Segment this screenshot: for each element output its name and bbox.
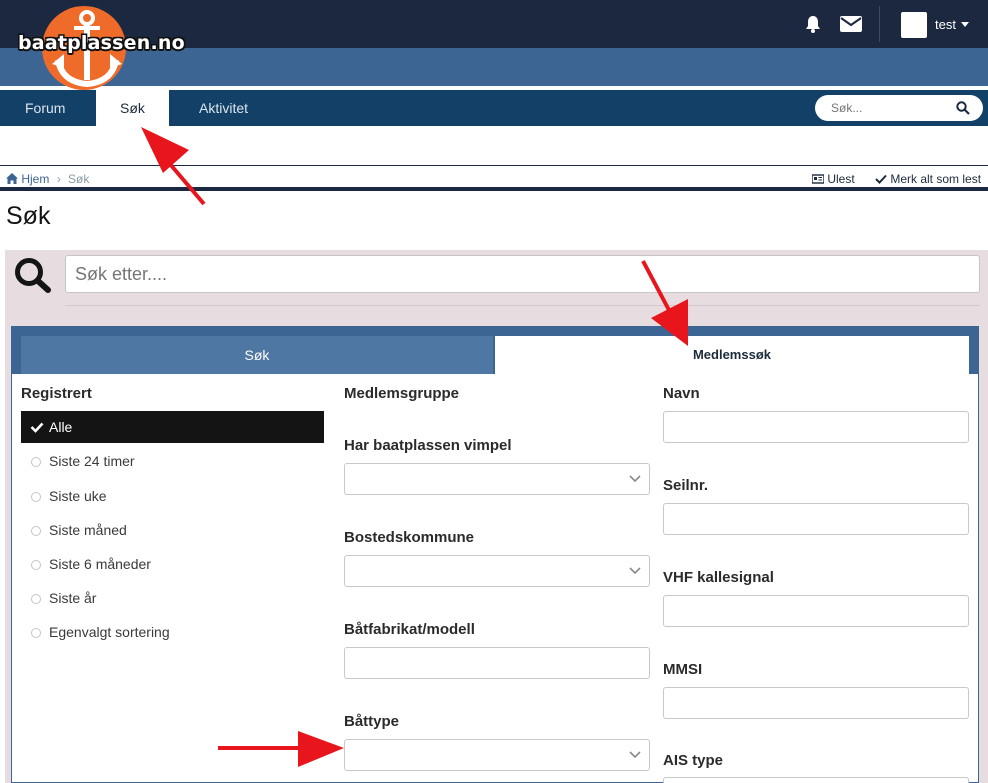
main-search-box[interactable] (65, 255, 980, 293)
pennant-select[interactable] (344, 463, 650, 495)
boat-type-select[interactable] (344, 739, 650, 771)
tab-search[interactable]: Søk (96, 90, 169, 126)
chevron-down-icon (629, 475, 641, 483)
nav-search-box[interactable] (815, 95, 983, 121)
ais-type-label: AIS type (663, 752, 724, 769)
chevron-down-icon (629, 751, 641, 759)
registered-option-label: Egenvalgt sortering (49, 624, 170, 640)
registered-option-all-label: Alle (49, 419, 73, 435)
boat-type-label: Båttype (344, 713, 400, 730)
registered-option[interactable]: Siste uke (31, 488, 107, 504)
chevron-down-icon (629, 567, 641, 575)
bell-icon[interactable] (803, 14, 823, 34)
pennant-label: Har baatplassen vimpel (344, 437, 512, 454)
name-input[interactable] (663, 411, 969, 443)
registered-label: Registrert (21, 385, 92, 402)
radio-icon (31, 457, 41, 467)
sail-number-input[interactable] (663, 503, 969, 535)
search-icon (15, 258, 51, 293)
check-icon (30, 422, 44, 433)
breadcrumb-current: Søk (68, 171, 90, 186)
name-label: Navn (663, 385, 700, 402)
check-icon (875, 174, 887, 184)
sail-number-label: Seilnr. (663, 477, 709, 494)
boat-make-label: Båtfabrikat/modell (344, 621, 475, 638)
registered-option-label: Siste måned (49, 522, 127, 538)
ais-type-select[interactable] (663, 777, 969, 783)
breadcrumb-top-rule (0, 165, 988, 166)
vhf-label: VHF kallesignal (663, 569, 774, 586)
registered-option-label: Siste uke (49, 488, 107, 504)
registered-option-all[interactable]: Alle (21, 411, 324, 443)
radio-icon (31, 594, 41, 604)
page-title: Søk (6, 202, 51, 230)
search-icon[interactable] (956, 101, 970, 115)
registered-option[interactable]: Siste 6 måneder (31, 556, 151, 572)
municipality-label: Bostedskommune (344, 529, 475, 546)
mark-all-read-link[interactable]: Merk alt som lest (875, 171, 981, 186)
home-icon (6, 173, 18, 185)
vhf-input[interactable] (663, 595, 969, 627)
main-search-input[interactable] (75, 263, 955, 285)
envelope-icon[interactable] (840, 16, 862, 32)
mmsi-input[interactable] (663, 687, 969, 719)
tab-member-search[interactable]: Medlemssøk (495, 336, 969, 374)
unread-label: Ulest (827, 171, 855, 186)
registered-option-label: Siste 24 timer (49, 453, 135, 469)
nav-search-input[interactable] (831, 99, 951, 117)
registered-option-label: Siste 6 måneder (49, 556, 151, 572)
municipality-select[interactable] (344, 555, 650, 587)
mark-all-read-label: Merk alt som lest (890, 171, 982, 186)
arrow-to-search-tab (141, 127, 189, 173)
boat-make-input[interactable] (344, 647, 650, 679)
registered-option-label: Siste år (49, 590, 97, 606)
mmsi-label: MMSI (663, 661, 703, 678)
member-group-label: Medlemsgruppe (344, 385, 460, 402)
breadcrumb-home[interactable]: Hjem (21, 172, 49, 186)
breadcrumb-bottom-rule (0, 187, 988, 191)
tab-search-content[interactable]: Søk (21, 336, 493, 374)
registered-option[interactable]: Siste år (31, 590, 96, 606)
unread-link[interactable]: Ulest (811, 171, 855, 186)
radio-icon (31, 560, 41, 570)
chevron-down-icon[interactable] (961, 22, 969, 27)
panel-divider (65, 305, 980, 306)
breadcrumb-separator: › (56, 171, 61, 186)
tab-activity[interactable]: Aktivitet (199, 90, 248, 126)
header-divider (879, 6, 880, 42)
registered-option[interactable]: Egenvalgt sortering (31, 624, 170, 640)
registered-option[interactable]: Siste 24 timer (31, 453, 135, 469)
radio-icon (31, 492, 41, 502)
newspaper-icon (811, 174, 825, 184)
registered-option[interactable]: Siste måned (31, 522, 127, 538)
radio-icon (31, 526, 41, 536)
site-logo[interactable]: baatplassen.no (18, 32, 185, 54)
breadcrumb: Hjem › Søk (6, 171, 89, 186)
tab-forum[interactable]: Forum (25, 90, 65, 126)
radio-icon (31, 628, 41, 638)
username[interactable]: test (935, 17, 956, 32)
avatar[interactable] (901, 12, 927, 38)
